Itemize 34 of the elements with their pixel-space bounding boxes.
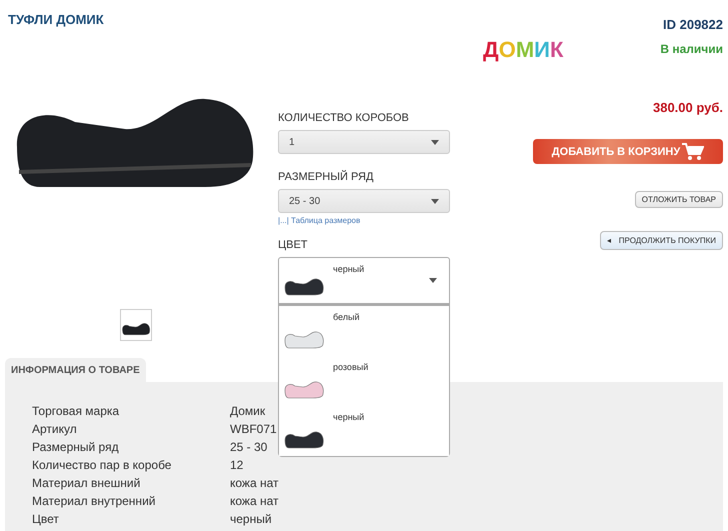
info-label: Материал внутренний [32,493,156,510]
info-value: WBF071 [230,421,277,438]
boxes-select[interactable]: 1 [278,130,450,154]
brand-logo: ДОМИК [483,37,564,63]
info-value: кожа нат [230,493,278,510]
product-id: ID 209822 [663,17,723,32]
cart-icon [682,142,704,160]
caret-icon [431,198,439,204]
info-value: черный [230,511,272,528]
continue-shopping-button[interactable]: ◂ ПРОДОЛЖИТЬ ПОКУПКИ [600,231,723,250]
product-price: 380.00 руб. [652,100,723,115]
info-label: Количество пар в коробе [32,457,172,474]
boxes-label: КОЛИЧЕСТВО КОРОБОВ [278,112,410,124]
product-title: ТУФЛИ ДОМИК [8,12,105,27]
info-label: Артикул [32,421,77,438]
info-value: кожа нат [230,475,278,492]
info-label: Материал внешний [32,475,140,492]
info-label: Торговая марка [32,403,120,420]
caret-icon [429,278,437,283]
color-label: ЦВЕТ [278,239,309,251]
size-range-select[interactable]: 25 - 30 [278,189,450,213]
postpone-button[interactable]: ОТЛОЖИТЬ ТОВАР [634,191,723,208]
caret-icon [431,140,439,144]
size-range-label: РАЗМЕРНЫЙ РЯД [278,171,374,183]
shoe-thumbnail[interactable] [120,309,152,341]
size-table-link[interactable]: |...| Таблица размеров [278,216,450,225]
info-label: Размерный ряд [32,439,119,456]
product-info-tab[interactable]: ИНФОРМАЦИЯ О ТОВАРЕ [5,358,146,382]
availability-status: В наличии [660,42,723,56]
color-select[interactable]: черный [278,257,450,304]
info-value: 25 - 30 [230,439,268,456]
info-label: Цвет [32,511,59,528]
info-value: 12 [230,457,244,474]
info-value: Домик [230,403,266,420]
